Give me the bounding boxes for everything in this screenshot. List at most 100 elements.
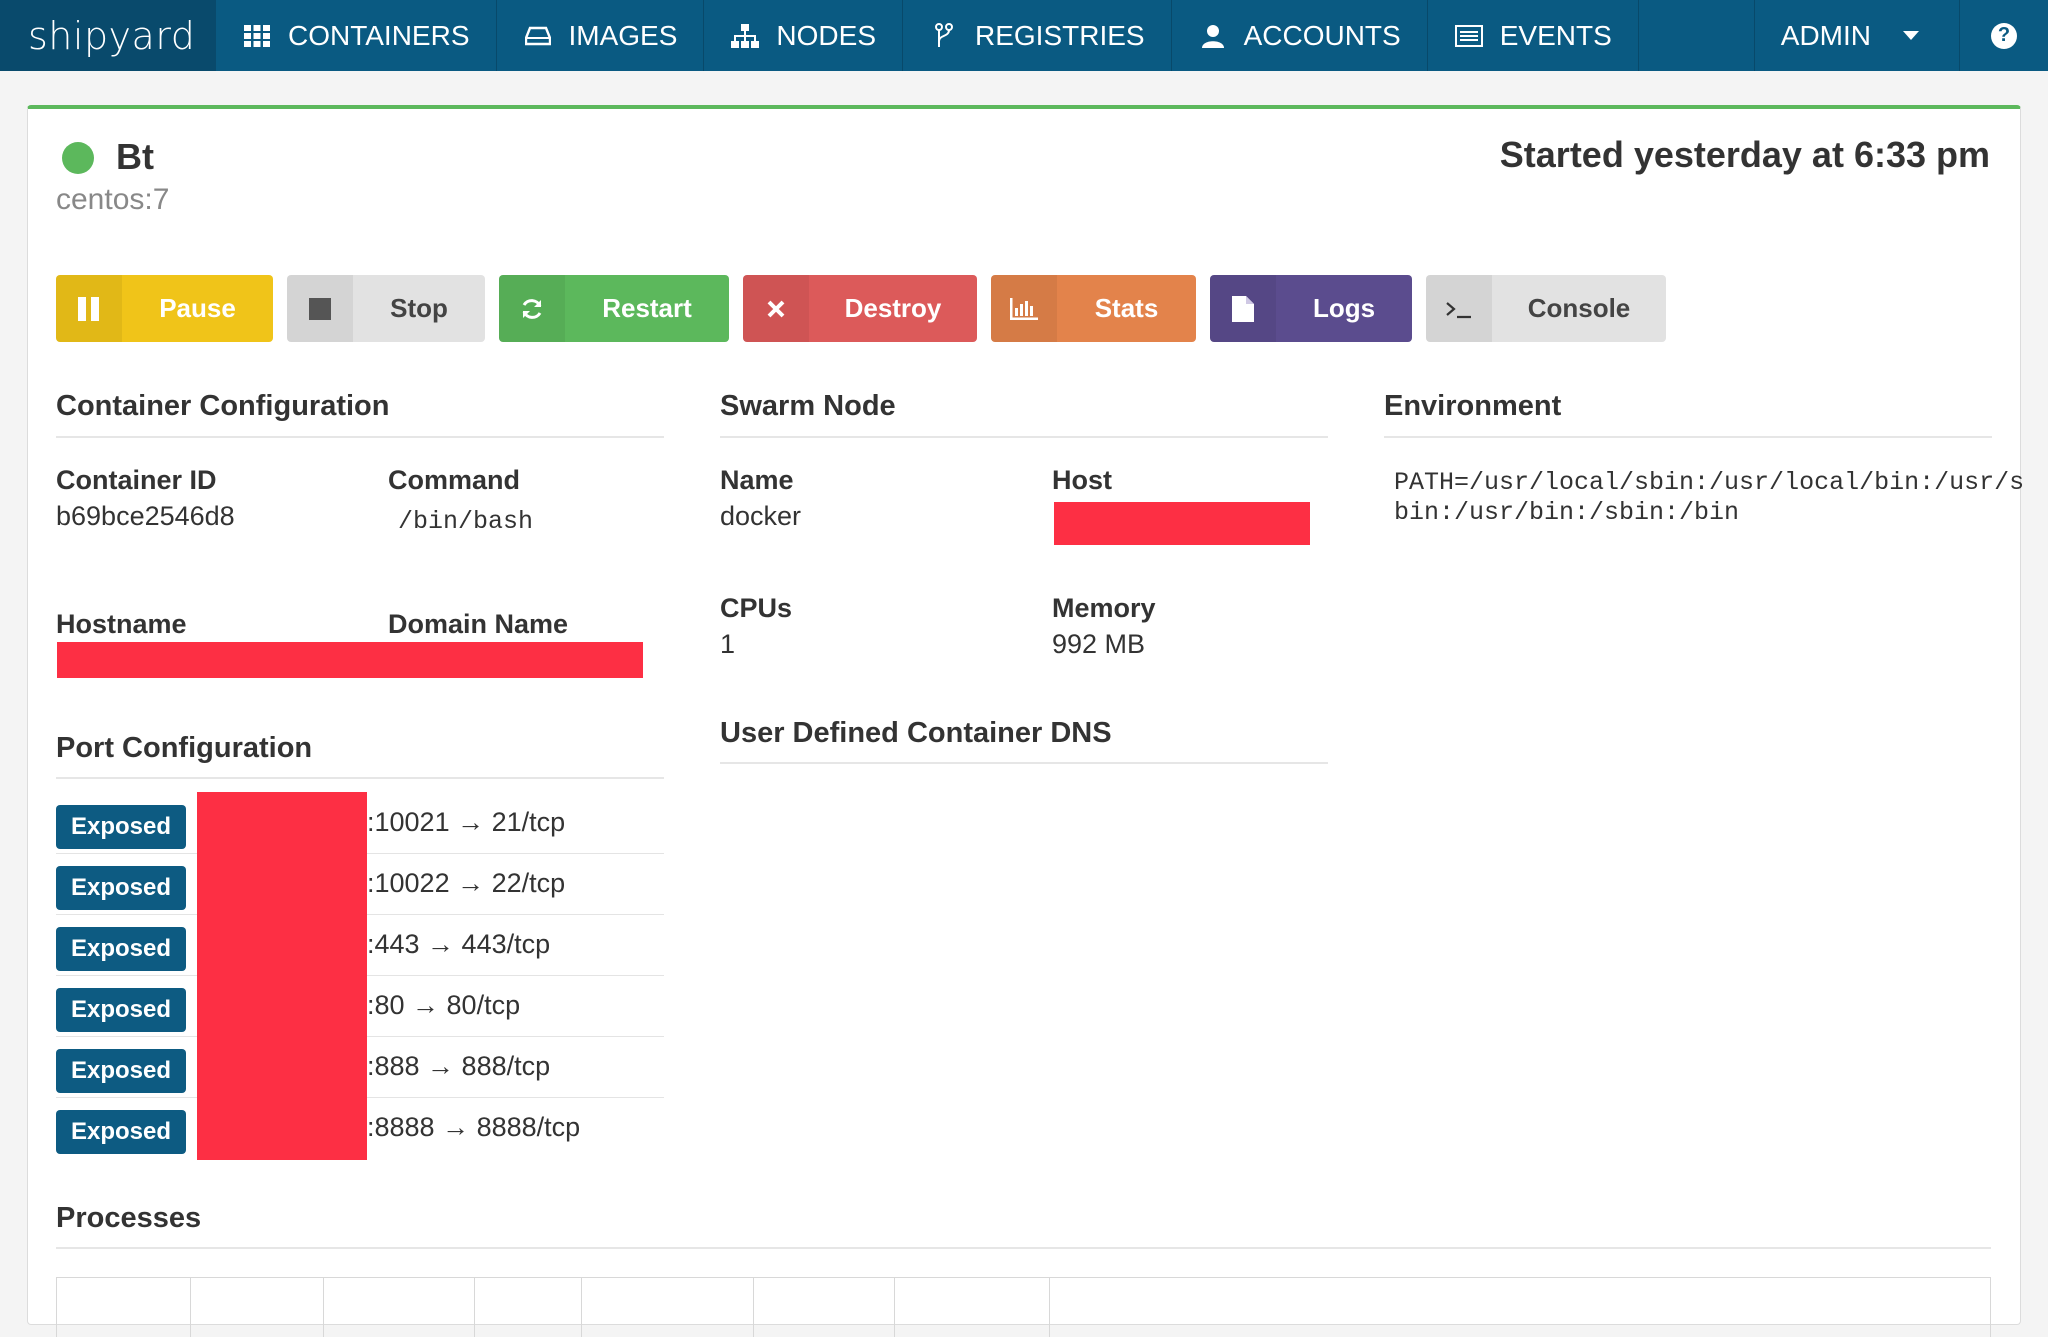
environment-title: Environment bbox=[1384, 390, 1562, 422]
container-detail-card: Bt centos:7 Started yesterday at 6:33 pm… bbox=[27, 105, 2025, 1337]
chevron-down-icon bbox=[1903, 31, 1919, 40]
stats-label: Stats bbox=[1094, 293, 1159, 323]
nav-accounts[interactable]: ACCOUNTS bbox=[1172, 0, 1428, 71]
table-header-cell bbox=[191, 1278, 324, 1337]
command-label: Command bbox=[388, 465, 521, 495]
cpus-label: CPUs bbox=[720, 593, 793, 623]
port-config-title: Port Configuration bbox=[56, 732, 313, 764]
section-divider bbox=[1384, 436, 1992, 438]
section-divider bbox=[56, 436, 664, 438]
table-header-cell bbox=[754, 1278, 895, 1337]
list-icon bbox=[1454, 21, 1484, 51]
node-name-value: docker bbox=[720, 501, 802, 531]
grid-icon bbox=[242, 21, 272, 51]
container-image: centos:7 bbox=[56, 183, 170, 216]
redacted-host bbox=[1054, 502, 1310, 545]
user-icon bbox=[1198, 21, 1228, 51]
destroy-button[interactable]: Destroy bbox=[743, 275, 977, 342]
fork-icon bbox=[929, 21, 959, 51]
admin-dropdown[interactable]: ADMIN bbox=[1753, 0, 1960, 71]
nav-events-label: EVENTS bbox=[1499, 19, 1612, 51]
port-mapping: :10022 → 22/tcp bbox=[367, 868, 566, 898]
pause-button[interactable]: Pause bbox=[56, 275, 273, 342]
processes-title: Processes bbox=[56, 1202, 202, 1234]
sitemap-icon bbox=[730, 21, 760, 51]
table-header-cell bbox=[582, 1278, 754, 1337]
stats-button[interactable]: Stats bbox=[991, 275, 1196, 342]
section-divider bbox=[56, 777, 664, 779]
table-header-cell bbox=[895, 1278, 1050, 1337]
pause-label: Pause bbox=[159, 293, 236, 323]
nav-containers-label: CONTAINERS bbox=[288, 19, 470, 51]
nav-accounts-label: ACCOUNTS bbox=[1243, 19, 1401, 51]
nav-images[interactable]: IMAGES bbox=[497, 0, 705, 71]
brand-logo[interactable]: shipyard bbox=[0, 0, 216, 71]
exposed-badge: Exposed bbox=[56, 927, 186, 971]
restart-button[interactable]: Restart bbox=[499, 275, 729, 342]
table-header-cell bbox=[324, 1278, 475, 1337]
container-id-label: Container ID bbox=[56, 465, 217, 495]
console-button[interactable]: Console bbox=[1426, 275, 1666, 342]
table-header-cell bbox=[1050, 1278, 1990, 1337]
container-name: Bt bbox=[116, 136, 154, 177]
exposed-badge: Exposed bbox=[56, 866, 186, 910]
container-id-value: b69bce2546d8 bbox=[56, 501, 235, 531]
nav-images-label: IMAGES bbox=[568, 19, 678, 51]
cpus-value: 1 bbox=[720, 629, 736, 659]
node-name-label: Name bbox=[720, 465, 794, 495]
nav-nodes[interactable]: NODES bbox=[704, 0, 903, 71]
stop-button[interactable]: Stop bbox=[287, 275, 485, 342]
port-mapping: :10021 → 21/tcp bbox=[367, 807, 566, 837]
action-toolbar: Pause Stop Restart Destroy Stats Logs Co… bbox=[56, 275, 1680, 342]
console-label: Console bbox=[1527, 293, 1631, 323]
stop-icon bbox=[287, 275, 353, 342]
port-mapping: :888 → 888/tcp bbox=[367, 1051, 551, 1081]
redacted-hostname-domain bbox=[57, 642, 643, 678]
nav-registries[interactable]: REGISTRIES bbox=[903, 0, 1172, 71]
top-navbar: shipyard CONTAINERS IMAGES NODES REGISTR… bbox=[0, 0, 2048, 71]
command-value: /bin/bash bbox=[398, 507, 534, 536]
exposed-badge: Exposed bbox=[56, 988, 186, 1032]
redacted-host-ips bbox=[197, 792, 367, 1160]
restart-label: Restart bbox=[602, 293, 692, 323]
env-line-2: bin:/usr/bin:/sbin:/bin bbox=[1394, 498, 1740, 527]
exposed-badge: Exposed bbox=[56, 1110, 186, 1154]
section-divider bbox=[56, 1247, 1991, 1249]
memory-label: Memory bbox=[1052, 593, 1156, 623]
hdd-icon bbox=[523, 21, 553, 51]
logs-button[interactable]: Logs bbox=[1210, 275, 1412, 342]
file-icon bbox=[1210, 275, 1276, 342]
refresh-icon bbox=[499, 275, 565, 342]
pause-icon bbox=[56, 275, 122, 342]
port-mapping: :443 → 443/tcp bbox=[367, 929, 551, 959]
admin-label: ADMIN bbox=[1780, 19, 1871, 51]
domain-name-label: Domain Name bbox=[388, 609, 569, 639]
logs-label: Logs bbox=[1312, 293, 1376, 323]
status-indicator bbox=[62, 142, 94, 174]
bar-chart-icon bbox=[991, 275, 1057, 342]
dns-title: User Defined Container DNS bbox=[720, 717, 1112, 749]
port-mapping: :8888 → 8888/tcp bbox=[367, 1112, 581, 1142]
hostname-label: Hostname bbox=[56, 609, 187, 639]
processes-table bbox=[56, 1277, 1991, 1337]
exposed-badge: Exposed bbox=[56, 1049, 186, 1093]
port-mapping: :80 → 80/tcp bbox=[367, 990, 521, 1020]
table-header-cell bbox=[57, 1278, 191, 1337]
section-divider bbox=[720, 436, 1328, 438]
destroy-label: Destroy bbox=[844, 293, 942, 323]
help-icon: ? bbox=[1991, 22, 2017, 49]
exposed-badge: Exposed bbox=[56, 805, 186, 849]
terminal-icon bbox=[1426, 275, 1492, 342]
table-header-cell bbox=[475, 1278, 582, 1337]
env-line-1: PATH=/usr/local/sbin:/usr/local/bin:/usr… bbox=[1394, 468, 2025, 497]
nav-containers[interactable]: CONTAINERS bbox=[216, 0, 497, 71]
memory-value: 992 MB bbox=[1052, 629, 1146, 659]
container-config-title: Container Configuration bbox=[56, 390, 390, 422]
nav-events[interactable]: EVENTS bbox=[1428, 0, 1639, 71]
stop-label: Stop bbox=[390, 293, 448, 323]
host-label: Host bbox=[1052, 465, 1112, 495]
nav-registries-label: REGISTRIES bbox=[975, 19, 1145, 51]
started-time: Started yesterday at 6:33 pm bbox=[1499, 134, 1990, 175]
help-button[interactable]: ? bbox=[1960, 0, 2048, 71]
